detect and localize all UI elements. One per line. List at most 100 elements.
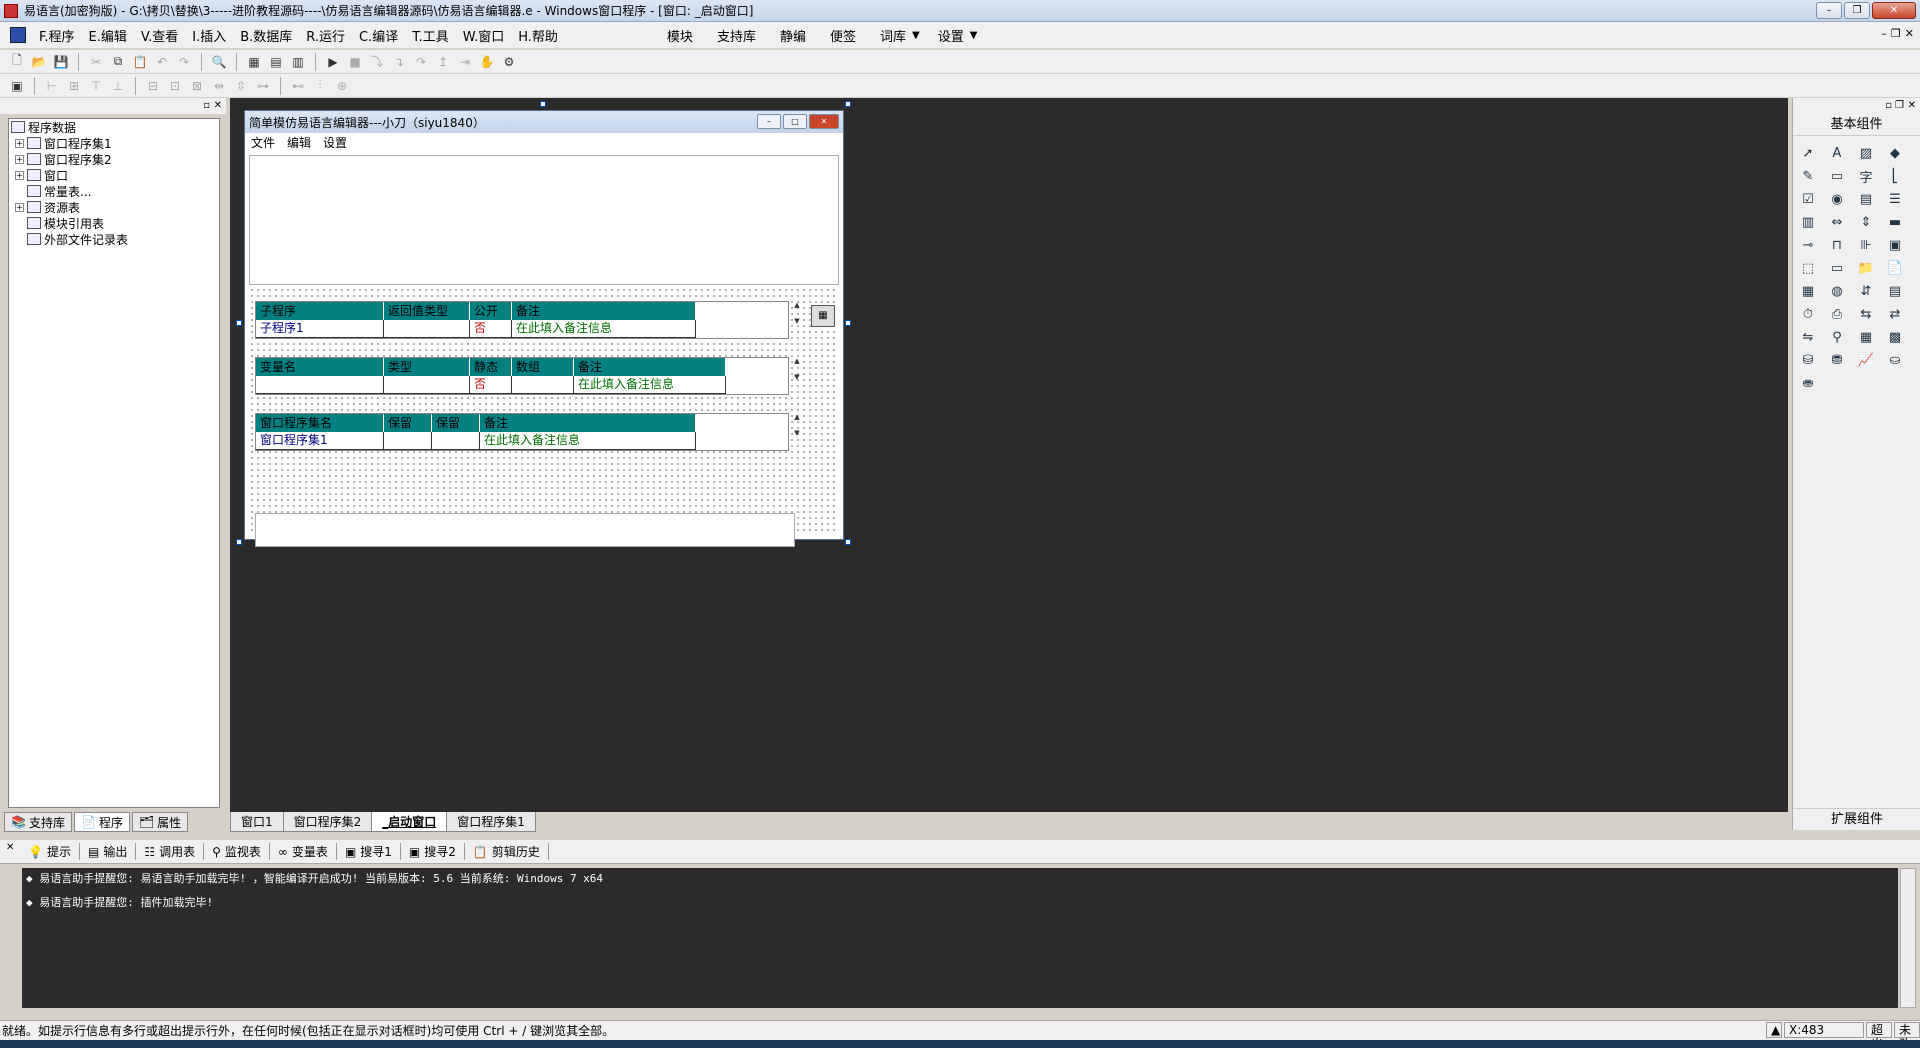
designed-form[interactable]: 简单模仿易语言编辑器---小刀（siyu1840） – □ ✕ 文件 编辑 设置… (244, 110, 844, 547)
resize-handle[interactable] (845, 101, 851, 107)
expand-icon[interactable]: + (15, 170, 24, 180)
space-h-icon[interactable]: ⇹ (210, 77, 228, 95)
step-into-icon[interactable]: ↴ (390, 53, 408, 71)
space-v-icon[interactable]: ⇳ (232, 77, 250, 95)
text-icon[interactable]: 字 (1855, 165, 1877, 187)
form-menu-file[interactable]: 文件 (251, 134, 275, 151)
panel-close-icon[interactable]: ✕ (214, 100, 222, 111)
layout1-icon[interactable]: ▦ (245, 53, 263, 71)
table-icon[interactable]: ▦ (1855, 326, 1877, 348)
resize-handle[interactable] (236, 539, 242, 545)
layout2-icon[interactable]: ▤ (267, 53, 285, 71)
client-icon[interactable]: ⇄ (1884, 303, 1906, 325)
undo-icon[interactable]: ↶ (153, 53, 171, 71)
paste-icon[interactable]: 📋 (131, 53, 149, 71)
table-scrollbar[interactable]: ▲ ▼ (791, 301, 803, 339)
label-icon[interactable]: A (1826, 142, 1848, 164)
mdi-restore-button[interactable]: ❐ (1891, 27, 1901, 40)
menu-run[interactable]: R.运行 (299, 26, 352, 45)
odbc-icon[interactable]: ⛀ (1884, 349, 1906, 371)
table-row[interactable]: 子程序1 否 在此填入备注信息 (256, 320, 788, 338)
db-link-icon[interactable]: ⛃ (1826, 349, 1848, 371)
vscroll-icon[interactable]: ⇕ (1855, 211, 1877, 233)
panel-restore-icon[interactable]: ❐ (1895, 100, 1904, 111)
menu-lexicon[interactable]: 词库 (868, 26, 918, 45)
radio-icon[interactable]: ◉ (1826, 188, 1848, 210)
new-file-icon[interactable]: 🗋 (8, 53, 26, 71)
center-h-icon[interactable]: ⊶ (254, 77, 272, 95)
same-height-icon[interactable]: ⊡ (166, 77, 184, 95)
assembly-table[interactable]: 窗口程序集名 保留 保留 备注 窗口程序集1 在此填入备注信息 (255, 413, 789, 451)
panel-icon[interactable]: ▭ (1826, 257, 1848, 279)
checklist-icon[interactable]: ▥ (1797, 211, 1819, 233)
copy-icon[interactable]: ⧉ (109, 53, 127, 71)
color-icon[interactable]: ◍ (1826, 280, 1848, 302)
network-icon[interactable]: ⇋ (1797, 326, 1819, 348)
align-bottom-icon[interactable]: ⊥ (109, 77, 127, 95)
table-scrollbar[interactable]: ▲ ▼ (791, 357, 803, 395)
tree-node-external-files[interactable]: 外部文件记录表 (9, 231, 219, 247)
frame-icon[interactable]: ⬚ (1797, 257, 1819, 279)
tab-watch[interactable]: ⚲ 监视表 (204, 843, 270, 860)
form-status-box[interactable] (255, 513, 795, 547)
tab-search1[interactable]: ▣ 搜寻1 (337, 843, 401, 860)
resize-handle[interactable] (845, 539, 851, 545)
menu-module[interactable]: 模块 (655, 26, 705, 45)
form-minimize-button[interactable]: – (757, 114, 781, 129)
maximize-button[interactable]: ❐ (1844, 2, 1870, 19)
tab-variables[interactable]: ∞ 变量表 (270, 843, 337, 860)
tab-window1[interactable]: 窗口1 (230, 812, 284, 832)
close-button[interactable]: ✕ (1872, 2, 1916, 19)
date-icon[interactable]: ▤ (1884, 280, 1906, 302)
video-icon[interactable]: ▣ (1884, 234, 1906, 256)
shape-icon[interactable]: ◆ (1884, 142, 1906, 164)
chart-icon[interactable]: 📈 (1855, 349, 1877, 371)
table-row[interactable]: 窗口程序集1 在此填入备注信息 (256, 432, 788, 450)
tab-assembly1[interactable]: 窗口程序集1 (446, 812, 536, 832)
panel-pin-icon[interactable]: ▫ (203, 100, 210, 111)
cut-icon[interactable]: ✂ (87, 53, 105, 71)
menu-notes[interactable]: 便签 (818, 26, 868, 45)
step-icon[interactable]: ⤵ (368, 53, 386, 71)
menu-database[interactable]: B.数据库 (233, 26, 299, 45)
tab-program[interactable]: 📄 程序 (73, 812, 130, 832)
menu-support-lib[interactable]: 支持库 (705, 26, 768, 45)
timer-icon[interactable]: ⏱ (1797, 303, 1819, 325)
same-width-icon[interactable]: ⊟ (144, 77, 162, 95)
open-folder-icon[interactable]: 📂 (30, 53, 48, 71)
tree-node-resources[interactable]: + 资源表 (9, 199, 219, 215)
same-size-icon[interactable]: ⊠ (188, 77, 206, 95)
port-icon[interactable]: ⚲ (1826, 326, 1848, 348)
menu-settings[interactable]: 设置 (926, 26, 976, 45)
menu-tools[interactable]: T.工具 (405, 26, 456, 45)
tab-output[interactable]: ▤ 输出 (80, 843, 137, 860)
server-icon[interactable]: ⇆ (1855, 303, 1877, 325)
expand-icon[interactable]: + (15, 138, 24, 148)
panel-pin-icon[interactable]: ▫ (1885, 100, 1892, 111)
form-menu-edit[interactable]: 编辑 (287, 134, 311, 151)
lexicon-dropdown-icon[interactable]: ▼ (912, 30, 920, 41)
form-canvas[interactable]: 子程序 返回值类型 公开 备注 子程序1 否 在此填入备注信息 ▲ ▼ 变量名 类… (249, 155, 839, 547)
tabcontrol-icon[interactable]: ⊓ (1826, 234, 1848, 256)
find-icon[interactable]: 🔍 (210, 53, 228, 71)
combobox-icon[interactable]: ▤ (1855, 188, 1877, 210)
extended-components-button[interactable]: 扩展组件 (1793, 808, 1920, 830)
mdi-close-button[interactable]: ✕ (1905, 27, 1914, 40)
resize-handle[interactable] (845, 320, 851, 326)
hand-icon[interactable]: ✋ (478, 53, 496, 71)
editbox-icon[interactable]: ✎ (1797, 165, 1819, 187)
tab-clip-history[interactable]: 📋 剪辑历史 (465, 843, 549, 860)
align-center-icon[interactable]: ⊞ (65, 77, 83, 95)
align-top-icon[interactable]: ⊤ (87, 77, 105, 95)
panel-close-icon[interactable]: ✕ (1908, 100, 1916, 111)
settings-dropdown-icon[interactable]: ▼ (970, 30, 978, 41)
mdi-minimize-button[interactable]: – (1881, 27, 1887, 40)
align-left-icon[interactable]: ⊢ (43, 77, 61, 95)
db-provider-icon[interactable]: ⛁ (1797, 349, 1819, 371)
calculator-icon[interactable]: ▦ (811, 305, 835, 327)
step-over-icon[interactable]: ↷ (412, 53, 430, 71)
calendar-icon[interactable]: ▦ (1797, 280, 1819, 302)
line-icon[interactable]: ⎣ (1884, 165, 1906, 187)
resize-handle[interactable] (236, 320, 242, 326)
menu-window[interactable]: W.窗口 (456, 26, 512, 45)
